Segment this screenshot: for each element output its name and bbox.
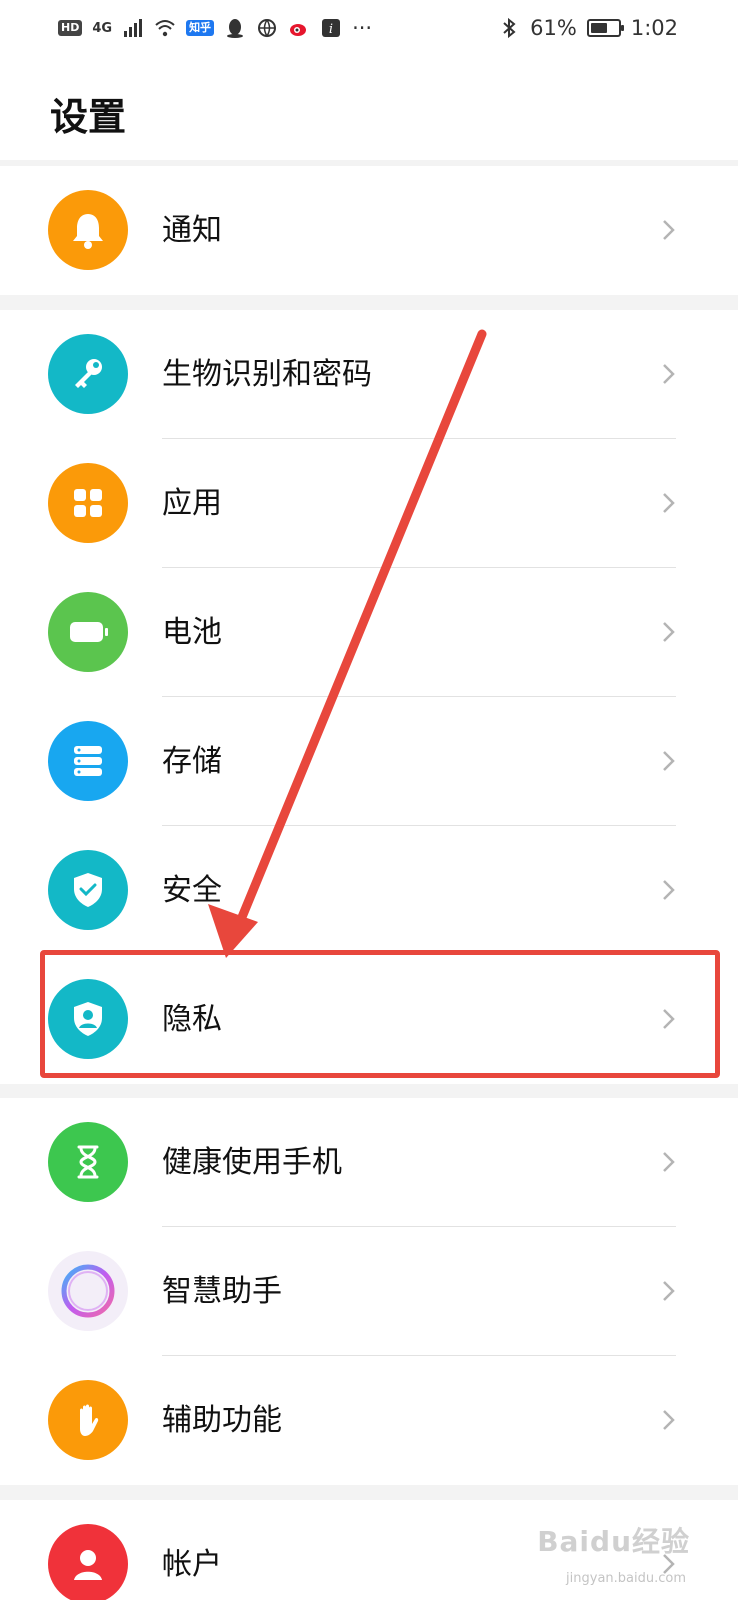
battery-icon bbox=[48, 592, 128, 672]
status-bar: HD 4G 知乎 i ··· 61% 1:02 bbox=[0, 0, 738, 56]
settings-group-device: 生物识别和密码 应用 电池 存储 安全 隐私 bbox=[0, 310, 738, 1084]
settings-item-security[interactable]: 安全 bbox=[0, 826, 738, 955]
watermark-logo: Baidu经验 bbox=[537, 1525, 690, 1558]
shield-check-icon bbox=[48, 850, 128, 930]
settings-group-notifications: 通知 bbox=[0, 166, 738, 295]
settings-item-battery[interactable]: 电池 bbox=[0, 568, 738, 697]
chevron-right-icon bbox=[663, 622, 675, 642]
svg-text:i: i bbox=[329, 22, 333, 37]
settings-item-label: 通知 bbox=[162, 213, 222, 248]
network-type: 4G bbox=[92, 20, 113, 36]
settings-item-notifications[interactable]: 通知 bbox=[0, 166, 738, 295]
settings-item-label: 智慧助手 bbox=[162, 1274, 282, 1309]
qq-icon bbox=[227, 19, 244, 38]
chevron-right-icon bbox=[663, 493, 675, 513]
settings-item-label: 生物识别和密码 bbox=[162, 357, 372, 392]
battery-status-icon bbox=[586, 19, 624, 37]
zhihu-icon: 知乎 bbox=[186, 20, 215, 36]
assistant-ring-icon bbox=[48, 1251, 128, 1331]
settings-item-label: 应用 bbox=[162, 486, 222, 521]
settings-item-digital-balance[interactable]: 健康使用手机 bbox=[0, 1098, 738, 1227]
chevron-right-icon bbox=[663, 1281, 675, 1301]
settings-item-apps[interactable]: 应用 bbox=[0, 439, 738, 568]
chevron-right-icon bbox=[663, 1152, 675, 1172]
settings-item-biometrics[interactable]: 生物识别和密码 bbox=[0, 310, 738, 439]
status-right: 61% 1:02 bbox=[498, 16, 678, 40]
apps-grid-icon bbox=[48, 463, 128, 543]
chevron-right-icon bbox=[663, 364, 675, 384]
privacy-shield-icon bbox=[48, 979, 128, 1059]
bluetooth-icon bbox=[503, 17, 516, 39]
settings-item-label: 电池 bbox=[162, 615, 222, 650]
storage-icon bbox=[48, 721, 128, 801]
bell-icon bbox=[48, 190, 128, 270]
more-notifications: ··· bbox=[352, 16, 373, 40]
settings-item-label: 帐户 bbox=[162, 1547, 222, 1582]
chevron-right-icon bbox=[663, 751, 675, 771]
settings-item-label: 安全 bbox=[162, 873, 222, 908]
watermark-url: jingyan.baidu.com bbox=[566, 1571, 686, 1586]
chevron-right-icon bbox=[663, 1009, 675, 1029]
settings-item-storage[interactable]: 存储 bbox=[0, 697, 738, 826]
weibo-icon bbox=[290, 24, 307, 36]
settings-item-accessibility[interactable]: 辅助功能 bbox=[0, 1356, 738, 1485]
key-icon bbox=[48, 334, 128, 414]
hourglass-icon bbox=[48, 1122, 128, 1202]
hand-icon bbox=[48, 1380, 128, 1460]
chevron-right-icon bbox=[663, 1410, 675, 1430]
info-icon: i bbox=[322, 19, 341, 37]
signal-icon bbox=[124, 19, 143, 37]
settings-item-label: 隐私 bbox=[162, 1002, 222, 1037]
page-title: 设置 bbox=[50, 95, 127, 139]
settings-item-label: 健康使用手机 bbox=[162, 1145, 342, 1180]
wifi-icon bbox=[155, 20, 175, 37]
chevron-right-icon bbox=[663, 880, 675, 900]
settings-group-wellbeing: 健康使用手机 智慧助手 辅助功能 bbox=[0, 1098, 738, 1485]
hd-badge: HD bbox=[58, 20, 83, 36]
settings-item-label: 辅助功能 bbox=[162, 1403, 282, 1438]
header: 设置 bbox=[0, 56, 738, 160]
settings-item-label: 存储 bbox=[162, 744, 222, 779]
settings-item-smart-assistant[interactable]: 智慧助手 bbox=[0, 1227, 738, 1356]
settings-item-privacy[interactable]: 隐私 bbox=[0, 955, 738, 1084]
globe-icon bbox=[258, 19, 277, 38]
battery-percent: 61% bbox=[530, 16, 577, 40]
status-left: HD 4G 知乎 i ··· bbox=[58, 16, 372, 40]
chevron-right-icon bbox=[663, 220, 675, 240]
clock: 1:02 bbox=[630, 16, 678, 40]
account-icon bbox=[48, 1524, 128, 1600]
